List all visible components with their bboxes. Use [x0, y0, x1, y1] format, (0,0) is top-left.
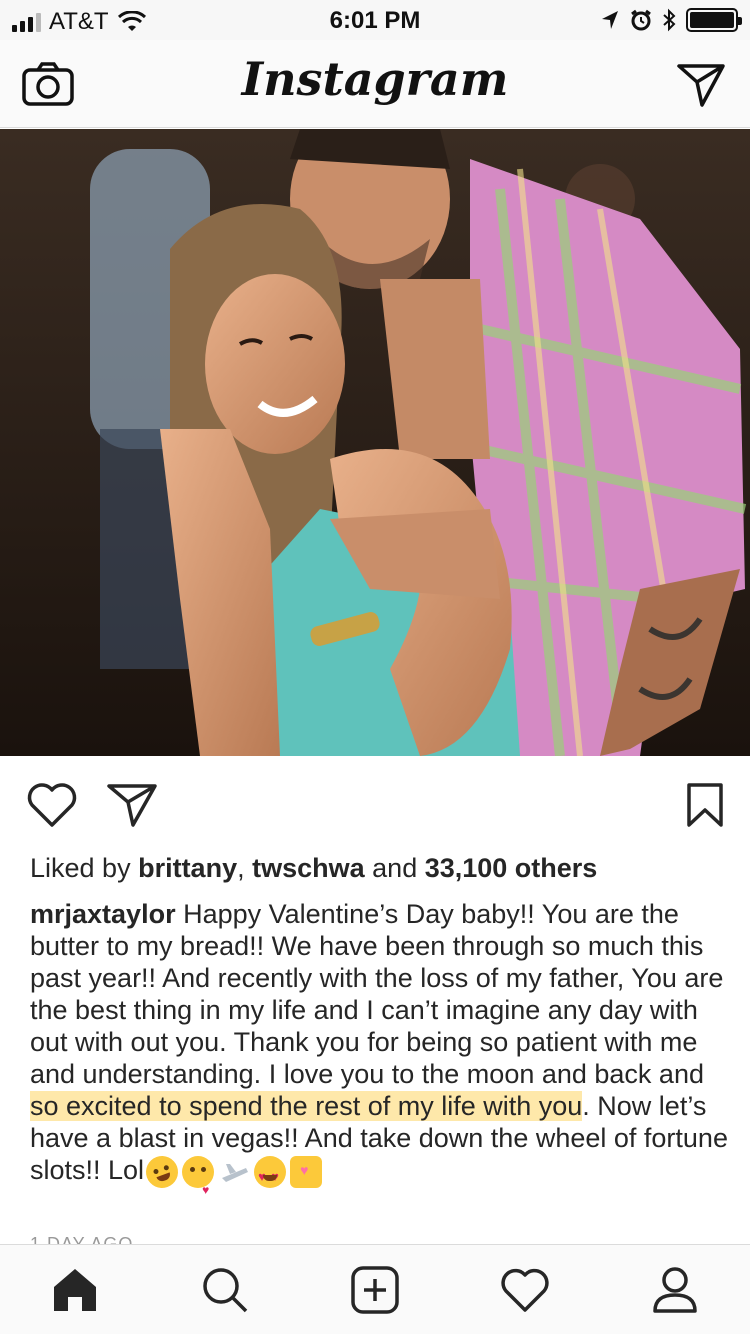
new-post-icon[interactable]	[350, 1265, 400, 1315]
location-arrow-icon	[602, 11, 618, 29]
search-icon[interactable]	[200, 1265, 250, 1315]
liker-user-1[interactable]: brittany	[138, 853, 237, 883]
likes-sep: ,	[237, 853, 253, 883]
liker-user-2[interactable]: twschwa	[252, 853, 365, 883]
caption-username[interactable]: mrjaxtaylor	[30, 899, 176, 929]
battery-icon	[686, 8, 742, 32]
home-icon[interactable]	[50, 1265, 100, 1315]
likes-line: Liked by brittany, twschwa and 33,100 ot…	[30, 852, 726, 884]
status-right	[600, 8, 742, 32]
kiss-couple-emoji: ♥	[290, 1155, 323, 1188]
likes-others[interactable]: 33,100 others	[425, 853, 598, 883]
rolling-laughing-emoji	[141, 1151, 183, 1193]
airplane-emoji	[218, 1156, 250, 1188]
direct-message-icon[interactable]	[676, 62, 726, 108]
bookmark-icon[interactable]	[686, 782, 724, 828]
bluetooth-icon	[663, 8, 676, 32]
instagram-logo[interactable]: Instagram	[0, 52, 750, 106]
post-actions	[0, 756, 750, 854]
likes-prefix: Liked by	[30, 853, 139, 883]
caption-emojis: ♥ ♥♥ ♥	[141, 1151, 323, 1197]
post-time-ago[interactable]: 1 DAY AGO	[30, 1234, 133, 1244]
heart-eyes-emoji: ♥♥	[254, 1155, 287, 1188]
post-photo[interactable]	[0, 129, 750, 756]
nav-bar: Instagram	[0, 40, 750, 128]
post-caption: mrjaxtaylor Happy Valentine’s Day baby!!…	[30, 898, 730, 1197]
status-bar: AT&T 6:01 PM	[0, 0, 750, 40]
caption-highlighted-text: so excited to spend the rest of my life …	[30, 1091, 583, 1121]
share-direct-icon[interactable]	[106, 782, 158, 828]
kissing-heart-emoji: ♥	[182, 1155, 215, 1197]
likes-and: and	[364, 853, 425, 883]
like-heart-icon[interactable]	[26, 782, 78, 828]
tab-bar	[0, 1244, 750, 1334]
profile-icon[interactable]	[650, 1265, 700, 1315]
alarm-icon	[631, 9, 651, 31]
activity-icon[interactable]	[500, 1265, 550, 1315]
